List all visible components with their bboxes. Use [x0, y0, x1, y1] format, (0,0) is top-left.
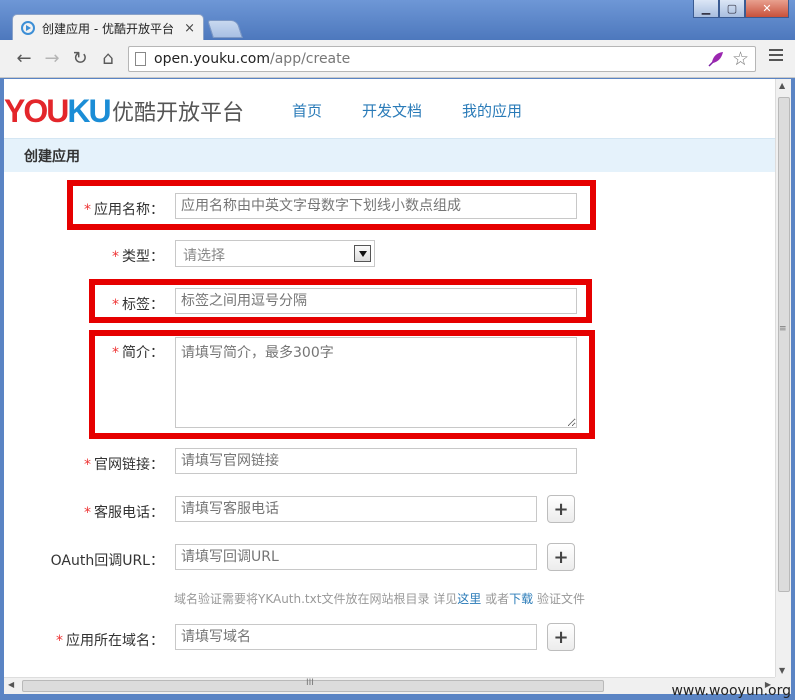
- new-tab-button[interactable]: [207, 20, 243, 38]
- oauth-label: OAuth回调URL：: [4, 550, 164, 570]
- hint-text-after: 验证文件: [533, 592, 585, 606]
- youku-favicon-icon: [21, 21, 35, 35]
- domain-input[interactable]: [175, 624, 537, 650]
- window-titlebar: 创建应用 - 优酷开放平台 × ▁ ▢ ✕: [0, 0, 795, 41]
- domain-label-text: 应用所在域名：: [66, 633, 164, 649]
- phone-input[interactable]: [175, 496, 537, 522]
- chrome-menu-icon[interactable]: [769, 49, 783, 64]
- hint-here-link[interactable]: 这里: [457, 592, 481, 606]
- required-mark: *: [84, 457, 91, 473]
- highlight-box-tags: [89, 279, 592, 323]
- bookmark-star-icon[interactable]: ☆: [732, 48, 749, 70]
- scroll-up-arrow-icon[interactable]: ▲: [779, 81, 785, 90]
- type-label: * 类型：: [4, 246, 164, 266]
- tab-close-icon[interactable]: ×: [184, 21, 195, 36]
- main-nav: 首页 开发文档 我的应用: [292, 100, 562, 121]
- close-window-button[interactable]: ✕: [745, 0, 789, 18]
- logo-ku-text: KU: [67, 93, 111, 129]
- feather-extension-icon[interactable]: [707, 50, 725, 68]
- dropdown-arrow-icon[interactable]: [354, 245, 371, 262]
- website-input[interactable]: [175, 448, 577, 474]
- section-header: 创建应用: [4, 138, 775, 172]
- oauth-label-text: OAuth回调URL：: [50, 553, 164, 569]
- platform-title: 优酷开放平台: [112, 101, 245, 126]
- highlight-box-app-name: [67, 180, 596, 230]
- page-viewport: YOU KU 优酷开放平台 首页 开发文档 我的应用 创建应用 *应用名称： *…: [4, 79, 775, 677]
- minimize-button[interactable]: ▁: [693, 0, 719, 18]
- type-select-value: 请选择: [183, 248, 225, 264]
- page-icon: [135, 52, 146, 66]
- add-callback-button[interactable]: +: [547, 543, 575, 571]
- home-icon[interactable]: ⌂: [94, 45, 122, 73]
- browser-toolbar: ← → ↻ ⌂ open.youku.com/app/create ☆: [0, 40, 795, 78]
- website-label: * 官网链接：: [4, 454, 164, 474]
- horizontal-scrollbar[interactable]: ◀ III ▶: [4, 677, 775, 694]
- url-host: open.youku.com: [154, 51, 271, 67]
- hint-text-before: 域名验证需要将YKAuth.txt文件放在网站根目录 详见: [174, 592, 458, 606]
- domain-verify-hint: 域名验证需要将YKAuth.txt文件放在网站根目录 详见这里 或者下载 验证文…: [174, 590, 585, 607]
- logo-you-text: YOU: [4, 93, 69, 129]
- address-bar[interactable]: open.youku.com/app/create ☆: [128, 46, 756, 72]
- required-mark: *: [84, 505, 91, 521]
- hint-download-link[interactable]: 下载: [509, 592, 533, 606]
- url-text: open.youku.com/app/create: [154, 51, 350, 67]
- hint-text-middle: 或者: [481, 592, 510, 606]
- scroll-left-arrow-icon[interactable]: ◀: [8, 680, 14, 689]
- reload-icon[interactable]: ↻: [66, 45, 94, 73]
- back-arrow-icon[interactable]: ←: [10, 45, 38, 73]
- tab-title: 创建应用 - 优酷开放平台: [42, 21, 174, 36]
- nav-home-link[interactable]: 首页: [292, 100, 322, 121]
- browser-tab[interactable]: 创建应用 - 优酷开放平台 ×: [12, 14, 204, 41]
- required-mark: *: [56, 633, 63, 649]
- phone-label-text: 客服电话：: [94, 505, 164, 521]
- forward-arrow-icon[interactable]: →: [38, 45, 66, 73]
- vertical-scrollbar[interactable]: ▲ ≡ ▼: [775, 79, 791, 677]
- section-title: 创建应用: [24, 148, 80, 165]
- add-domain-button[interactable]: +: [547, 623, 575, 651]
- hscroll-grip-icon: III: [306, 678, 314, 688]
- highlight-box-intro: [89, 330, 595, 439]
- website-label-text: 官网链接：: [94, 457, 164, 473]
- window-controls: ▁ ▢ ✕: [693, 0, 789, 18]
- nav-docs-link[interactable]: 开发文档: [362, 100, 422, 121]
- oauth-callback-input[interactable]: [175, 544, 537, 570]
- nav-my-apps-link[interactable]: 我的应用: [462, 100, 522, 121]
- phone-label: * 客服电话：: [4, 502, 164, 522]
- scroll-grip-icon: ≡: [779, 324, 787, 334]
- domain-label: * 应用所在域名：: [4, 630, 164, 650]
- url-path: /app/create: [270, 51, 351, 67]
- type-select[interactable]: 请选择: [175, 240, 375, 267]
- add-phone-button[interactable]: +: [547, 495, 575, 523]
- maximize-button[interactable]: ▢: [719, 0, 745, 18]
- youku-logo[interactable]: YOU KU: [4, 93, 112, 130]
- type-label-text: 类型：: [122, 249, 164, 265]
- scroll-down-arrow-icon[interactable]: ▼: [779, 666, 785, 675]
- required-mark: *: [112, 249, 119, 265]
- watermark: www.wooyun.org: [671, 683, 791, 699]
- vertical-scroll-thumb[interactable]: [778, 97, 790, 592]
